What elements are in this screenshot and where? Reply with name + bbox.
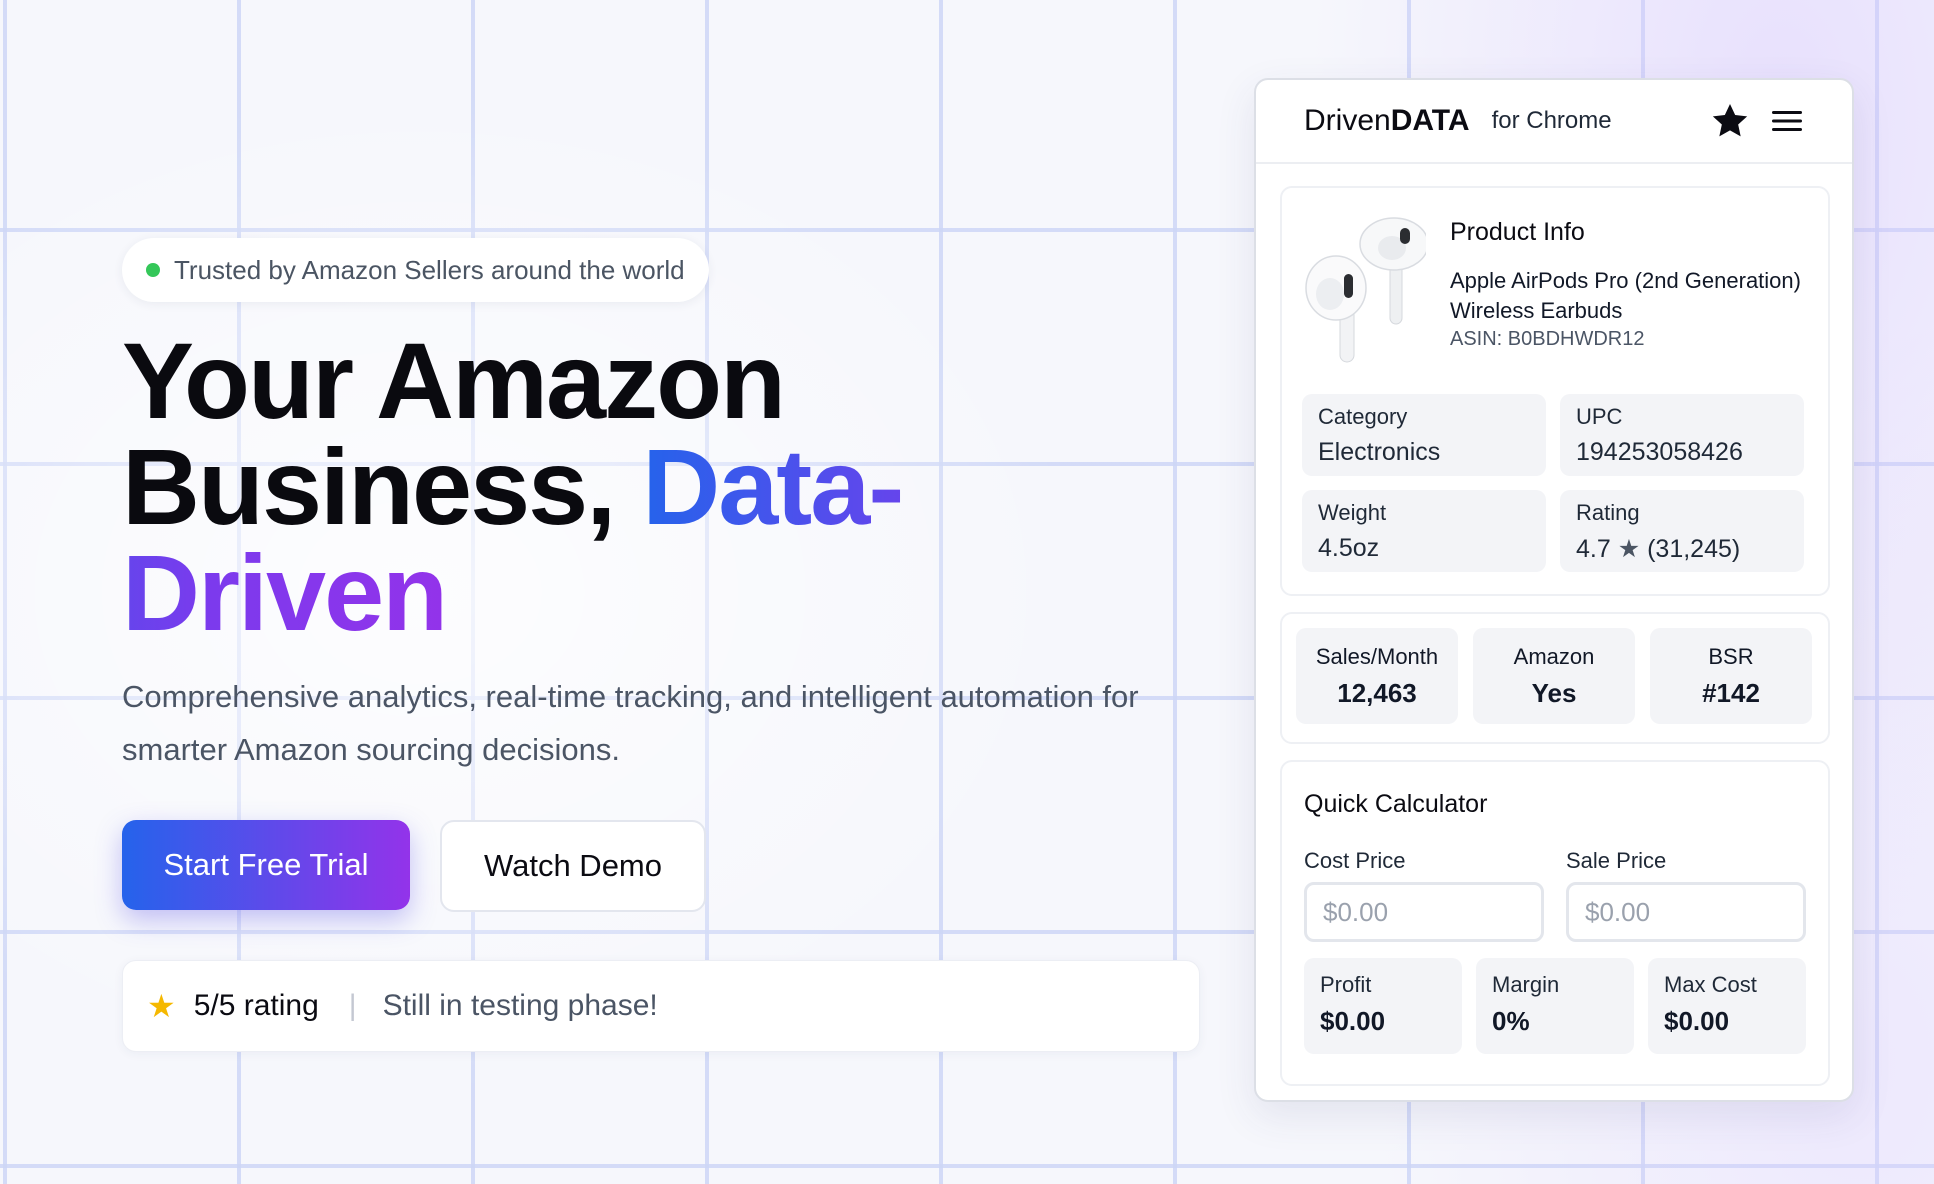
spec-category: Category Electronics (1302, 394, 1546, 476)
brand-logo: DrivenDATA (1304, 104, 1470, 138)
stat-label: Sales/Month (1315, 644, 1439, 669)
menu-icon[interactable] (1772, 109, 1802, 133)
brand-regular: Driven (1304, 104, 1391, 137)
spec-label: Category (1318, 404, 1408, 429)
rating-separator: | (348, 989, 357, 1022)
spec-value: 4.7 ★ (31,245) (1576, 534, 1788, 564)
watch-demo-button[interactable]: Watch Demo (440, 820, 706, 912)
result-label: Margin (1492, 972, 1560, 997)
stat-amazon: Amazon Yes (1473, 628, 1635, 724)
spec-label: Rating (1576, 500, 1640, 525)
rating-score: 4.7 (1576, 535, 1611, 563)
cost-price-input[interactable] (1304, 882, 1544, 942)
spec-value: 194253058426 (1576, 438, 1743, 466)
rating-label: 5/5 rating (193, 989, 319, 1022)
result-value: 0% (1492, 1006, 1530, 1036)
result-label: Max Cost (1664, 972, 1757, 997)
status-dot-icon (146, 263, 160, 277)
rating-bar: ★ 5/5 rating | Still in testing phase! (122, 960, 1200, 1052)
stat-value: Yes (1531, 678, 1577, 708)
extension-header: DrivenDATA for Chrome (1256, 80, 1852, 164)
trust-badge: Trusted by Amazon Sellers around the wor… (122, 238, 709, 302)
product-name: Apple AirPods Pro (2nd Generation) Wirel… (1450, 268, 1801, 323)
start-free-trial-button[interactable]: Start Free Trial (122, 820, 410, 910)
testing-note: Still in testing phase! (382, 989, 658, 1022)
sale-price-label: Sale Price (1566, 848, 1667, 873)
product-asin: ASIN: B0BDHWDR12 (1450, 328, 1645, 350)
stat-value: #142 (1702, 678, 1760, 708)
brand-subtitle: for Chrome (1491, 107, 1612, 134)
star-icon: ★ (147, 988, 176, 1024)
spec-weight: Weight 4.5oz (1302, 490, 1546, 572)
hero-headline: Your Amazon Business, Data-Driven (122, 327, 1212, 647)
spec-label: Weight (1318, 500, 1387, 525)
cost-price-label: Cost Price (1304, 848, 1406, 873)
product-info-card: Product Info Apple AirPods Pro (2nd Gene… (1280, 186, 1830, 596)
airpods-image (1304, 208, 1429, 368)
result-value: $0.00 (1320, 1006, 1386, 1036)
sale-price-input[interactable] (1566, 882, 1806, 942)
star-icon: ★ (1617, 535, 1641, 563)
headline-line-2-plain: Business, (122, 426, 616, 547)
quick-calculator-card: Quick Calculator Cost Price Sale Price P… (1280, 760, 1830, 1086)
spec-label: UPC (1576, 404, 1623, 429)
stats-card: Sales/Month 12,463 Amazon Yes BSR #142 (1280, 612, 1830, 744)
spec-upc: UPC 194253058426 (1560, 394, 1804, 476)
stat-sales-month: Sales/Month 12,463 (1296, 628, 1458, 724)
headline-line-1: Your Amazon (122, 320, 786, 441)
calculator-title: Quick Calculator (1304, 790, 1488, 818)
result-value: $0.00 (1664, 1006, 1730, 1036)
hero-section: Trusted by Amazon Sellers around the wor… (122, 238, 1212, 1052)
spec-value: 4.5oz (1318, 534, 1380, 562)
spec-rating: Rating 4.7 ★ (31,245) (1560, 490, 1804, 572)
product-info-title: Product Info (1450, 218, 1585, 246)
rating-count: (31,245) (1647, 535, 1741, 563)
extension-panel: DrivenDATA for Chrome Product Info Apple… (1254, 78, 1854, 1102)
spec-value: Electronics (1318, 438, 1441, 466)
result-profit: Profit $0.00 (1304, 958, 1462, 1054)
star-icon[interactable] (1710, 101, 1750, 141)
result-margin: Margin 0% (1476, 958, 1634, 1054)
result-label: Profit (1320, 972, 1372, 997)
stat-label: BSR (1708, 644, 1754, 669)
stat-value: 12,463 (1337, 678, 1417, 708)
hero-subtext: Comprehensive analytics, real-time track… (122, 679, 1139, 767)
brand-bold: DATA (1390, 104, 1470, 137)
cta-row: Start Free Trial Watch Demo (122, 820, 1212, 912)
stat-bsr: BSR #142 (1650, 628, 1812, 724)
header-icons (1710, 101, 1802, 141)
result-max-cost: Max Cost $0.00 (1648, 958, 1806, 1054)
stat-label: Amazon (1513, 644, 1595, 669)
trust-badge-text: Trusted by Amazon Sellers around the wor… (174, 254, 685, 285)
